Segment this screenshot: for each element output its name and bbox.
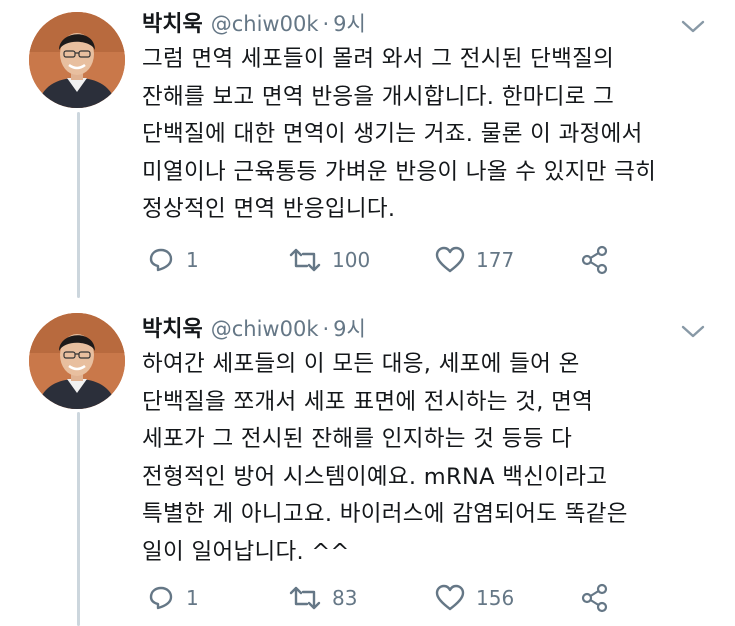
heart-icon — [434, 583, 466, 613]
chevron-down-icon[interactable] — [680, 18, 706, 36]
tweet[interactable]: 박치욱 @chiw00k · 9시 하여간 세포들의 이 모든 대응, 세포에 … — [0, 305, 735, 626]
retweet-icon — [288, 245, 322, 275]
tweet-text-line: 단백질에 대한 면역이 생기는 거죠. 물론 이 과정에서 — [142, 121, 643, 147]
reply-count: 1 — [186, 586, 199, 610]
retweet-count: 100 — [332, 248, 371, 272]
tweet-text-line: 하여간 세포들의 이 모든 대응, 세포에 들어 온 — [142, 351, 580, 377]
retweet-count: 83 — [332, 586, 358, 610]
like-count: 156 — [476, 586, 515, 610]
like-count: 177 — [476, 248, 515, 272]
tweet-header: 박치욱 @chiw00k · 9시 — [142, 311, 366, 343]
tweet-time[interactable]: 9시 — [333, 8, 366, 38]
tweet-text-line: 전형적인 방어 시스템이예요. mRNA 백신이라고 — [142, 463, 608, 490]
tweet-text-line: 잔해를 보고 면역 반응을 개시합니다. 한마디로 그 — [142, 83, 615, 110]
tweet-text: 하여간 세포들의 이 모든 대응, 세포에 들어 온 단백질을 쪼개서 세포 표… — [142, 346, 717, 571]
tweet-text-line: 세포가 그 전시된 잔해를 인지하는 것 등등 다 — [142, 426, 573, 452]
tweet-text-line: 단백질을 쪼개서 세포 표면에 전시하는 것, 면역 — [142, 388, 594, 415]
like-button[interactable]: 177 — [434, 240, 514, 280]
tweet-actions: 1 100 177 — [142, 240, 622, 280]
reply-icon — [146, 583, 176, 613]
author-handle[interactable]: @chiw00k — [211, 12, 319, 36]
reply-button[interactable]: 1 — [146, 240, 199, 280]
tweet-header: 박치욱 @chiw00k · 9시 — [142, 6, 366, 38]
share-icon — [580, 583, 610, 613]
share-button[interactable] — [580, 578, 610, 618]
share-icon — [580, 245, 610, 275]
tweet[interactable]: 박치욱 @chiw00k · 9시 그럼 면역 세포들이 몰려 와서 그 전시된… — [0, 0, 735, 300]
separator-dot: · — [322, 317, 330, 341]
reply-icon — [146, 245, 176, 275]
retweet-button[interactable]: 83 — [288, 578, 357, 618]
reply-button[interactable]: 1 — [146, 578, 199, 618]
tweet-text-line: 특별한 게 아니고요. 바이러스에 감염되어도 똑같은 — [142, 501, 628, 527]
retweet-button[interactable]: 100 — [288, 240, 370, 280]
author-name[interactable]: 박치욱 — [142, 311, 203, 343]
author-handle[interactable]: @chiw00k — [211, 317, 319, 341]
tweet-text-line: 그럼 면역 세포들이 몰려 와서 그 전시된 단백질의 — [142, 46, 615, 72]
avatar[interactable] — [29, 12, 125, 108]
tweet-text-line: 일이 일어납니다. ^^ — [142, 538, 350, 565]
tweet-actions: 1 83 156 — [142, 578, 622, 618]
author-name[interactable]: 박치욱 — [142, 6, 203, 38]
like-button[interactable]: 156 — [434, 578, 514, 618]
share-button[interactable] — [580, 240, 610, 280]
chevron-down-icon[interactable] — [680, 323, 706, 341]
reply-count: 1 — [186, 248, 199, 272]
heart-icon — [434, 245, 466, 275]
avatar[interactable] — [29, 313, 125, 409]
tweet-text-line: 미열이나 근육통등 가벼운 반응이 나올 수 있지만 극히 — [142, 158, 657, 185]
tweet-text-line: 정상적인 면역 반응입니다. — [142, 196, 396, 222]
tweet-text: 그럼 면역 세포들이 몰려 와서 그 전시된 단백질의 잔해를 보고 면역 반응… — [142, 41, 717, 229]
separator-dot: · — [322, 12, 330, 36]
tweet-time[interactable]: 9시 — [333, 313, 366, 343]
retweet-icon — [288, 583, 322, 613]
